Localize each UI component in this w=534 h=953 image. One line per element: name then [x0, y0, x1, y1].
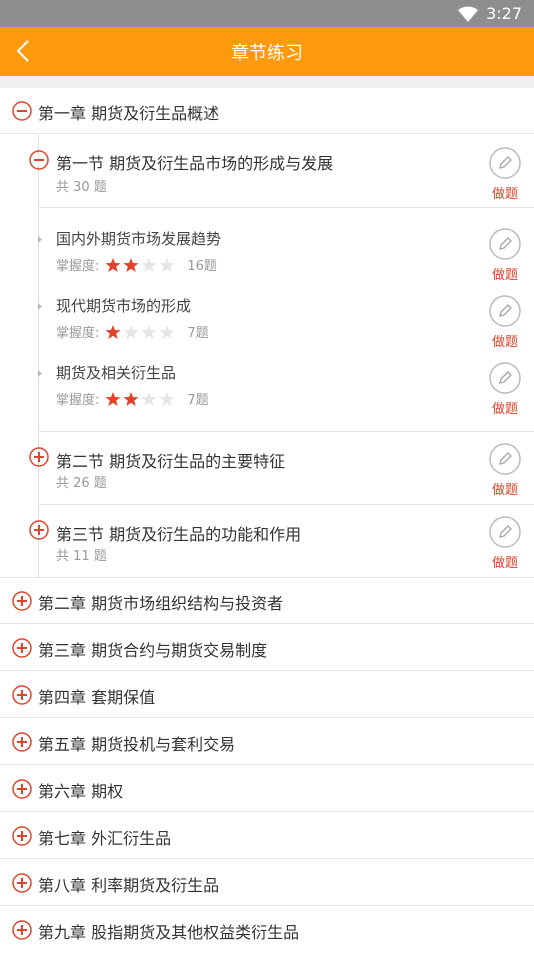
- practice-label: 做题: [491, 556, 518, 571]
- status-bar: 3:27: [0, 0, 534, 27]
- practice-label: 做题: [491, 402, 518, 417]
- practice-label: 做题: [491, 187, 518, 202]
- mastery-stars: [105, 324, 177, 340]
- chapter-row-7[interactable]: 第七章 外汇衍生品: [0, 813, 534, 859]
- chapter-title: 第五章 期货投机与套利交易: [38, 735, 236, 754]
- chapter-title: 第一章 期货及衍生品概述: [38, 104, 220, 123]
- section-title: 第三节 期货及衍生品的功能和作用: [56, 525, 302, 544]
- star-empty-icon: [159, 391, 175, 406]
- pencil-icon: [489, 147, 521, 179]
- divider: [38, 207, 534, 208]
- star-filled-icon: [123, 391, 139, 406]
- expand-icon[interactable]: [29, 447, 49, 467]
- mastery-stars: [105, 257, 177, 273]
- chapter-title: 第三章 期货合约与期货交易制度: [38, 641, 268, 660]
- bullet-icon: [38, 236, 42, 243]
- pencil-icon: [489, 295, 521, 327]
- point-title: 期货及相关衍生品: [56, 364, 177, 382]
- expand-icon[interactable]: [12, 779, 32, 799]
- chapter-row-9[interactable]: 第九章 股指期货及其他权益类衍生品: [0, 907, 534, 953]
- practice-label: 做题: [491, 483, 518, 498]
- pencil-icon: [489, 228, 521, 260]
- star-empty-icon: [141, 257, 157, 272]
- back-icon[interactable]: [16, 39, 40, 63]
- practice-button[interactable]: 做题: [488, 228, 522, 283]
- practice-label: 做题: [491, 268, 518, 283]
- pencil-icon: [489, 443, 521, 475]
- point-title: 国内外期货市场发展趋势: [56, 230, 222, 248]
- section-count: 共 30 题: [56, 180, 107, 195]
- question-count: 16题: [187, 259, 217, 274]
- point-title: 现代期货市场的形成: [56, 297, 192, 315]
- expand-icon[interactable]: [12, 732, 32, 752]
- bullet-icon: [38, 303, 42, 310]
- chapter-title: 第九章 股指期货及其他权益类衍生品: [38, 923, 300, 942]
- star-empty-icon: [123, 324, 139, 339]
- chapter-row-6[interactable]: 第六章 期权: [0, 766, 534, 812]
- point-row-2[interactable]: 现代期货市场的形成 掌握度: 7题 做题: [0, 289, 534, 351]
- wifi-icon: [458, 6, 479, 22]
- mastery-label: 掌握度:: [56, 326, 100, 341]
- status-time: 3:27: [486, 4, 522, 23]
- chapter-title: 第四章 套期保值: [38, 688, 156, 707]
- chapter-row-5[interactable]: 第五章 期货投机与套利交易: [0, 719, 534, 765]
- practice-button[interactable]: 做题: [488, 147, 522, 202]
- pencil-icon: [489, 362, 521, 394]
- practice-label: 做题: [491, 335, 518, 350]
- point-row-1[interactable]: 国内外期货市场发展趋势 掌握度: 16题 做题: [0, 222, 534, 284]
- star-filled-icon: [123, 257, 139, 272]
- chapter-title: 第八章 利率期货及衍生品: [38, 876, 220, 895]
- expand-icon[interactable]: [12, 685, 32, 705]
- chapter-row-3[interactable]: 第三章 期货合约与期货交易制度: [0, 625, 534, 671]
- section-count: 共 26 题: [56, 476, 107, 491]
- section-title: 第二节 期货及衍生品的主要特征: [56, 452, 286, 471]
- expand-icon[interactable]: [12, 920, 32, 940]
- expand-icon[interactable]: [12, 638, 32, 658]
- section-row-1[interactable]: 第一节 期货及衍生品市场的形成与发展 共 30 题 做题: [0, 135, 534, 208]
- section-row-2[interactable]: 第二节 期货及衍生品的主要特征 共 26 题 做题: [0, 432, 534, 504]
- mastery-info: 掌握度: 7题: [56, 389, 209, 408]
- star-empty-icon: [159, 257, 175, 272]
- chapter-row-8[interactable]: 第八章 利率期货及衍生品: [0, 860, 534, 906]
- mastery-stars: [105, 391, 177, 407]
- mastery-info: 掌握度: 7题: [56, 322, 209, 341]
- practice-button[interactable]: 做题: [488, 362, 522, 417]
- star-filled-icon: [105, 257, 121, 272]
- expand-icon[interactable]: [29, 520, 49, 540]
- practice-button[interactable]: 做题: [488, 295, 522, 350]
- expand-icon[interactable]: [12, 873, 32, 893]
- question-count: 7题: [187, 393, 209, 408]
- expand-icon[interactable]: [12, 591, 32, 611]
- header-gap: [0, 76, 534, 88]
- bullet-icon: [38, 370, 42, 377]
- star-filled-icon: [105, 391, 121, 406]
- page-title: 章节练习: [231, 42, 303, 64]
- section-title: 第一节 期货及衍生品市场的形成与发展: [56, 154, 334, 173]
- practice-button[interactable]: 做题: [488, 516, 522, 571]
- collapse-icon[interactable]: [12, 101, 32, 121]
- chapter-title: 第七章 外汇衍生品: [38, 829, 172, 848]
- star-empty-icon: [141, 324, 157, 339]
- star-empty-icon: [141, 391, 157, 406]
- section-count: 共 11 题: [56, 549, 107, 564]
- collapse-icon[interactable]: [29, 150, 49, 170]
- star-filled-icon: [105, 324, 121, 339]
- question-count: 7题: [187, 326, 209, 341]
- chapter-row-4[interactable]: 第四章 套期保值: [0, 672, 534, 718]
- practice-button[interactable]: 做题: [488, 443, 522, 498]
- mastery-label: 掌握度:: [56, 259, 100, 274]
- chapter-title: 第二章 期货市场组织结构与投资者: [38, 594, 284, 613]
- chapter-row-2[interactable]: 第二章 期货市场组织结构与投资者: [0, 578, 534, 624]
- expand-icon[interactable]: [12, 826, 32, 846]
- point-row-3[interactable]: 期货及相关衍生品 掌握度: 7题 做题: [0, 356, 534, 418]
- mastery-label: 掌握度:: [56, 393, 100, 408]
- section-row-3[interactable]: 第三节 期货及衍生品的功能和作用 共 11 题 做题: [0, 505, 534, 577]
- app-bar: 章节练习: [0, 27, 534, 76]
- mastery-info: 掌握度: 16题: [56, 255, 217, 274]
- chapter-row-1[interactable]: 第一章 期货及衍生品概述: [0, 88, 534, 134]
- chapter-title: 第六章 期权: [38, 782, 124, 801]
- pencil-icon: [489, 516, 521, 548]
- star-empty-icon: [159, 324, 175, 339]
